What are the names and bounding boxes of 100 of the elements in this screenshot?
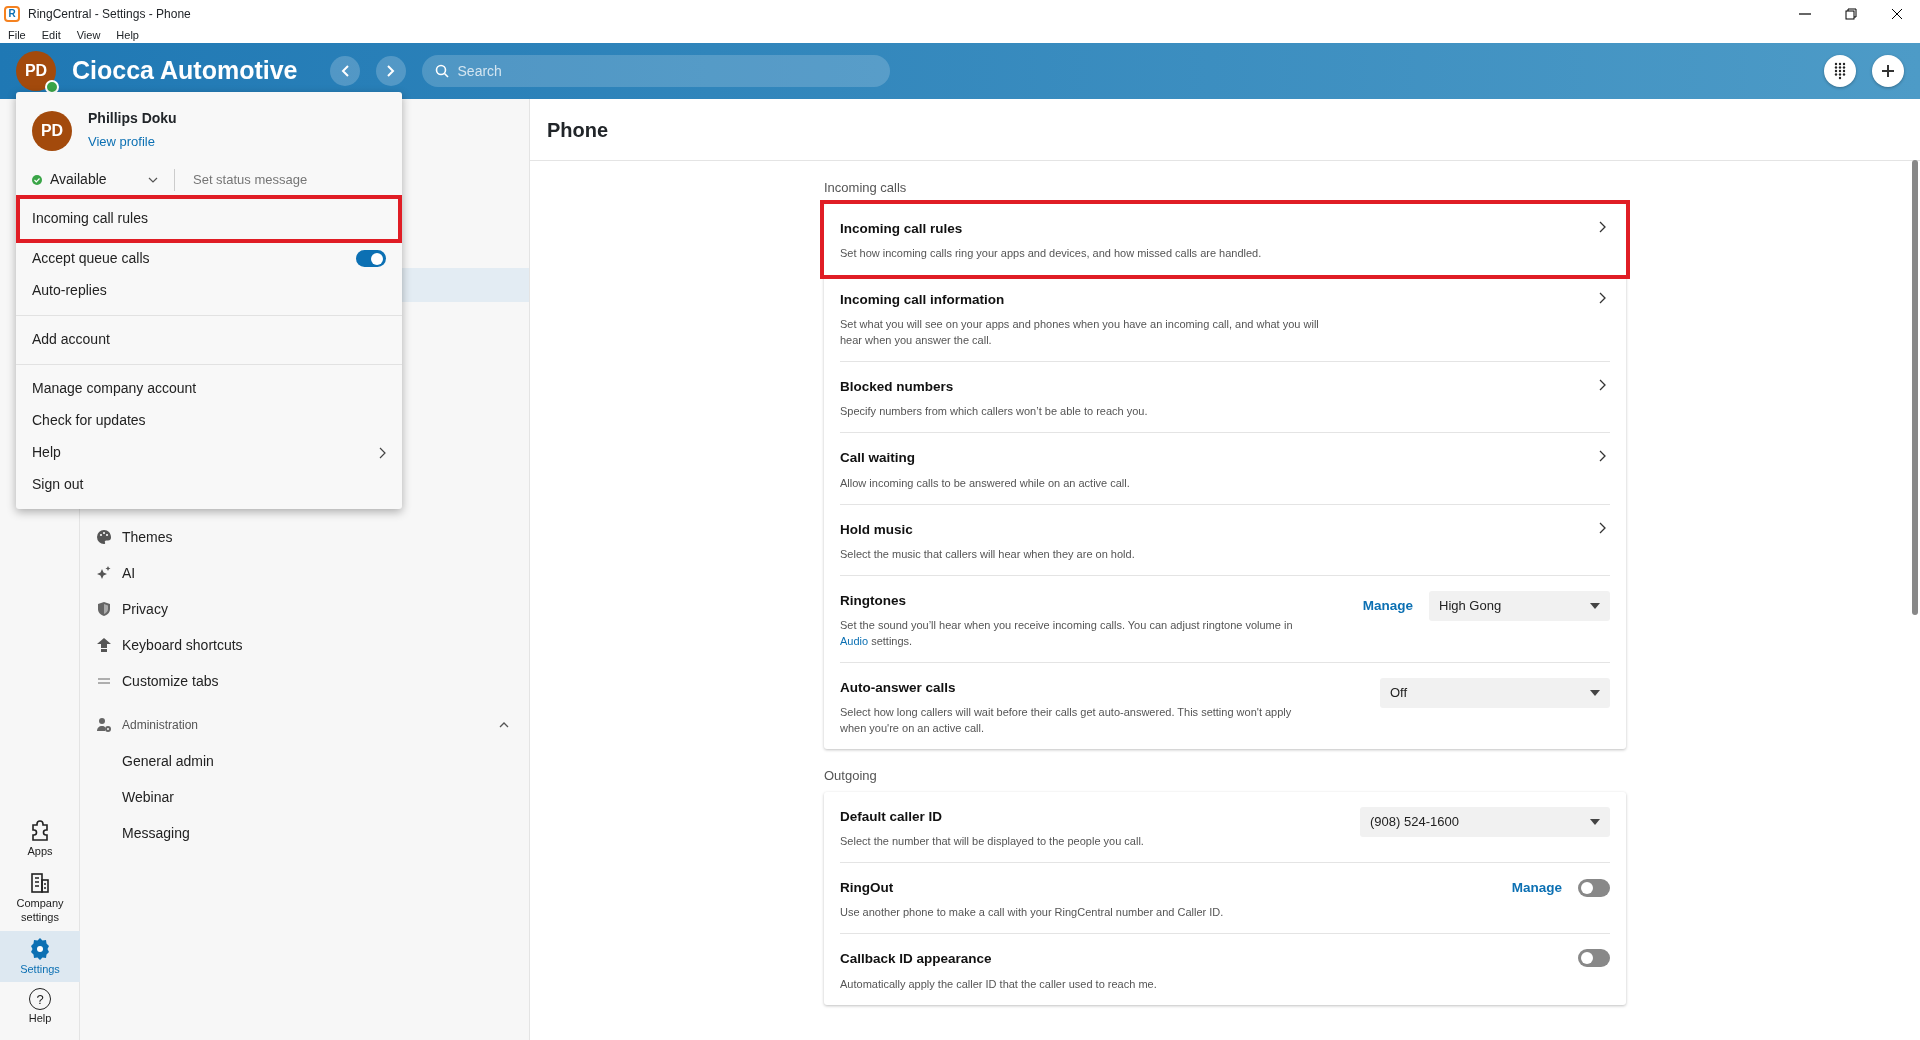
setting-row[interactable]: Callback ID appearance Automatically apply the caller ID that the caller used to reach me.	[840, 934, 1610, 1005]
section-label: Incoming calls	[824, 179, 908, 197]
setting-title: Incoming call rules	[840, 219, 964, 238]
toggle-switch[interactable]	[356, 250, 386, 267]
dropdown-select[interactable]: High Gong	[1429, 590, 1610, 621]
plus-icon	[1881, 64, 1895, 78]
add-button[interactable]	[1872, 55, 1904, 87]
section-label: Outgoing	[824, 767, 878, 786]
person-gear-icon	[96, 717, 112, 733]
chevron-right-icon	[1598, 450, 1606, 463]
setting-description: Set how incoming calls ring your apps and devices, and how missed calls are handled.	[840, 245, 1263, 261]
chevron-right-icon	[1598, 220, 1606, 233]
shield-icon	[96, 601, 112, 617]
setting-description: Select how long callers will wait before their calls get auto-answered. This setting won't apply when you're on an active call.	[840, 705, 1293, 737]
palette-icon	[96, 529, 112, 545]
section-header[interactable]: Administration	[80, 707, 529, 743]
highlighted-setting-row[interactable]: Incoming call rules Set how incoming calls ring your apps and devices, and how missed calls are handled.	[824, 203, 1626, 275]
chevron-left-icon	[339, 64, 350, 78]
sidebar-item[interactable]: General admin	[80, 743, 529, 779]
avatar: PD	[32, 110, 72, 151]
chevron-right-icon	[1598, 379, 1606, 391]
menu-item[interactable]: Add account	[16, 323, 402, 356]
minimize-icon	[1799, 13, 1811, 15]
setting-row[interactable]: RingOut Use another phone to make a call with your RingCentral number and Caller ID. Manage	[840, 863, 1610, 935]
menu-item[interactable]: Help	[16, 436, 402, 469]
toggle-switch[interactable]	[1578, 879, 1610, 898]
back-button[interactable]	[329, 56, 360, 86]
setting-title: Auto-answer calls	[840, 679, 957, 697]
chevron-up-icon	[499, 721, 509, 729]
setting-description: Select the number that will be displayed to the people you call.	[840, 834, 1145, 849]
manage-link[interactable]: Manage	[1511, 878, 1562, 899]
forward-button[interactable]	[375, 56, 406, 86]
window-title: RingCentral - Settings - Phone	[28, 6, 191, 23]
upward-arrow-icon	[96, 637, 112, 653]
toggle-switch[interactable]	[1578, 949, 1610, 968]
check-circle-icon	[32, 174, 42, 185]
setting-description: Set what you will see on your apps and phones when you have an incoming call, and what you will hear when you answer the call.	[840, 317, 1320, 348]
sidebar-item[interactable]: Messaging	[80, 815, 529, 851]
menu-item[interactable]: Incoming call rules	[16, 194, 402, 243]
rail-tab[interactable]: ? Help	[0, 982, 80, 1032]
status-message-field[interactable]: Set status message	[191, 169, 371, 191]
avatar[interactable]: PD	[16, 51, 56, 91]
setting-row[interactable]: Blocked numbers Specify numbers from which callers won’t be able to reach you.	[840, 362, 1610, 434]
rail-tab[interactable]: Settings	[0, 930, 80, 983]
setting-row[interactable]: Incoming call information Set what you will see on your apps and phones when you have an incoming call, and what you will hear when you answer the call.	[840, 274, 1610, 362]
setting-title: Hold music	[840, 520, 914, 539]
chevron-right-icon	[385, 64, 396, 78]
setting-title: Incoming call information	[840, 290, 1006, 309]
sidebar-item[interactable]: Keyboard shortcuts	[80, 627, 529, 663]
setting-title: Blocked numbers	[840, 378, 955, 396]
setting-row[interactable]: Ringtones Set the sound you’ll hear when you receive incoming calls. You can adjust ringtone volume in Audio settings. Manage High Gong	[840, 575, 1610, 663]
setting-row[interactable]: Default caller ID Select the number that will be displayed to the people you call. (908) 524-1600	[840, 791, 1610, 863]
menu-item[interactable]: Sign out	[16, 468, 402, 501]
menu-item[interactable]: File	[8, 28, 26, 43]
rail-tab[interactable]: Apps	[0, 813, 80, 865]
building-icon	[28, 871, 52, 895]
setting-description: Specify numbers from which callers won’t be able to reach you.	[840, 404, 1149, 420]
restore-icon	[1844, 7, 1858, 21]
setting-row[interactable]: Call waiting Allow incoming calls to be answered while on an active call.	[840, 433, 1610, 505]
app-logo: R	[4, 6, 20, 22]
sidebar-item[interactable]: Privacy	[80, 591, 529, 627]
menu-item[interactable]: Accept queue calls	[16, 242, 402, 275]
setting-title: Callback ID appearance	[840, 950, 993, 969]
sparkle-icon	[96, 565, 112, 581]
chevron-right-icon	[378, 446, 386, 459]
setting-description: Automatically apply the caller ID that the caller used to reach me.	[840, 976, 1158, 992]
menu-item[interactable]: Manage company account	[16, 372, 402, 405]
menu-item[interactable]: Check for updates	[16, 404, 402, 437]
chevron-right-icon	[1598, 291, 1606, 304]
chevron-down-icon	[148, 176, 158, 183]
menu-item[interactable]: Help	[116, 28, 139, 43]
dialpad-button[interactable]	[1824, 55, 1856, 87]
dropdown-select[interactable]: (908) 524-1600	[1360, 806, 1610, 837]
setting-description: Select the music that callers will hear when they are on hold.	[840, 546, 1136, 562]
search-icon	[434, 64, 449, 78]
user-name: Phillips Doku	[88, 109, 177, 128]
manage-link[interactable]: Manage	[1362, 595, 1413, 616]
caret-down-icon	[1590, 690, 1600, 696]
setting-description: Set the sound you’ll hear when you receive incoming calls. You can adjust ringtone volume in Audio settings.	[840, 618, 1294, 649]
sidebar-item[interactable]: Webinar	[80, 779, 529, 815]
chevron-right-icon	[1598, 521, 1606, 534]
sidebar-item[interactable]: Themes	[80, 519, 529, 555]
setting-title: Default caller ID	[840, 807, 944, 826]
audio-settings-link[interactable]: Audio	[840, 635, 869, 647]
dialpad-icon	[1834, 62, 1846, 80]
caret-down-icon	[1590, 602, 1600, 609]
setting-title: Call waiting	[840, 449, 916, 468]
scrollbar-thumb[interactable]	[1912, 160, 1918, 615]
dropdown-select[interactable]: Off	[1380, 678, 1610, 708]
sidebar-item[interactable]: Customize tabs	[80, 663, 529, 699]
menu-item[interactable]: View	[76, 28, 101, 43]
setting-title: Ringtones	[840, 591, 907, 610]
status-dropdown[interactable]: Available	[32, 169, 158, 191]
view-profile-link[interactable]: View profile	[88, 132, 155, 152]
setting-row[interactable]: Hold music Select the music that callers will hear when they are on hold.	[840, 504, 1610, 576]
menu-item[interactable]: Edit	[41, 28, 61, 43]
rail-tab[interactable]: Company settings	[0, 865, 80, 931]
setting-row[interactable]: Auto-answer calls Select how long callers will wait before their calls get auto-answered. This setting won't apply when you're on an active call. Off	[840, 663, 1610, 750]
sidebar-item[interactable]: AI	[80, 555, 529, 591]
menu-item[interactable]: Auto-replies	[16, 274, 402, 307]
